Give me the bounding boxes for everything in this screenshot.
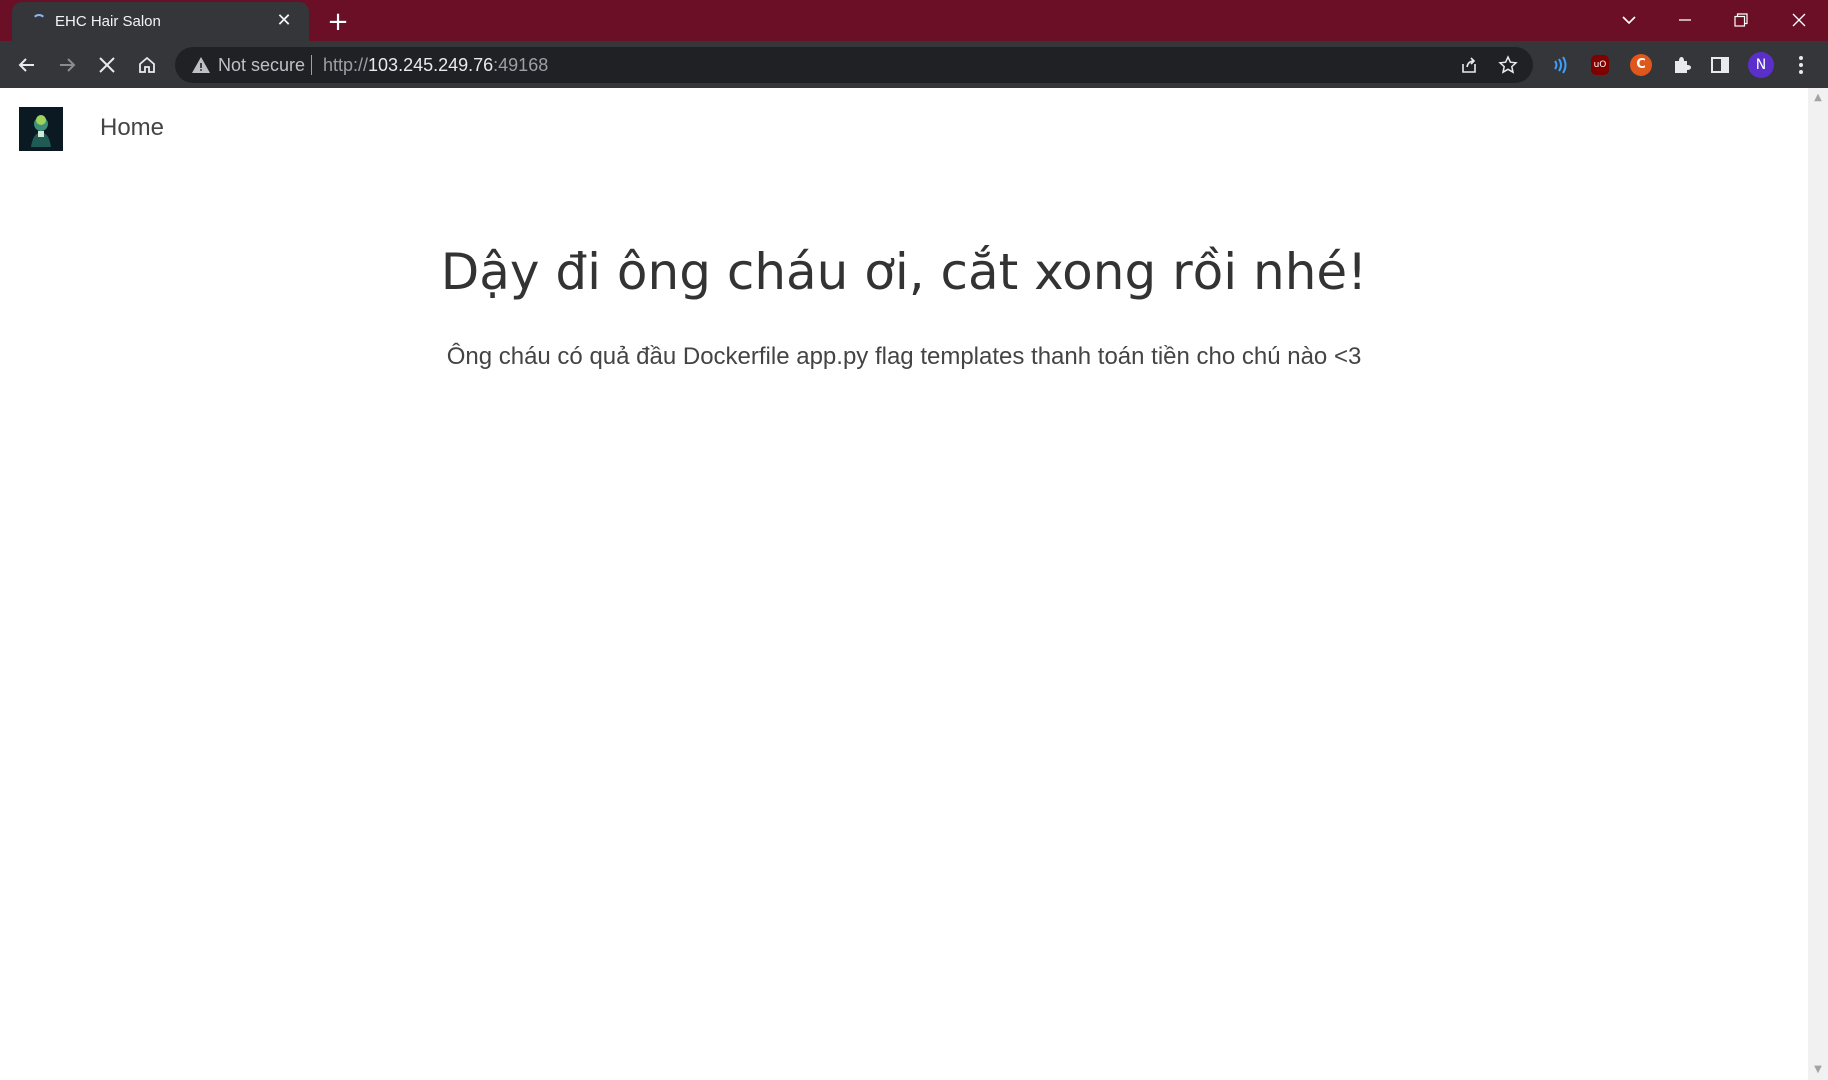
url-scheme: http:// (323, 55, 369, 75)
arrow-right-icon (60, 58, 76, 72)
tab-title: EHC Hair Salon (55, 13, 161, 30)
side-panel-icon (1711, 57, 1729, 73)
browser-tab[interactable]: EHC Hair Salon ✕ (12, 2, 309, 41)
page-title: Dậy đi ông cháu ơi, cắt xong rồi nhé! (440, 243, 1368, 301)
scroll-down-arrow-icon[interactable]: ▼ (1808, 1062, 1828, 1078)
tab-search-button[interactable] (1601, 0, 1657, 38)
close-icon (99, 57, 115, 73)
site-logo[interactable] (19, 107, 63, 151)
restore-icon (1734, 12, 1748, 27)
loading-spinner-icon (32, 14, 46, 28)
page-viewport: Home Dậy đi ông cháu ơi, cắt xong rồi nh… (0, 88, 1808, 1080)
address-bar[interactable]: Not secure http://103.245.249.76:49168 (175, 47, 1533, 83)
side-panel-button[interactable] (1708, 53, 1732, 77)
scroll-up-arrow-icon[interactable]: ▲ (1808, 90, 1828, 106)
page-subtitle: Ông cháu có quả đầu Dockerfile app.py fl… (446, 343, 1362, 370)
home-icon (139, 56, 155, 73)
new-tab-button[interactable]: + (324, 8, 352, 36)
ublock-extension-button[interactable]: uO (1591, 55, 1609, 75)
forward-button[interactable] (52, 50, 82, 80)
security-label[interactable]: Not secure (218, 55, 305, 76)
puzzle-icon (1675, 57, 1691, 73)
minimize-icon (1679, 18, 1691, 21)
more-vertical-icon (1799, 56, 1803, 74)
url-host: 103.245.249.76 (368, 55, 494, 75)
star-icon (1498, 55, 1518, 74)
share-button[interactable] (1457, 53, 1481, 77)
url-port: :49168 (493, 55, 549, 75)
stop-loading-button[interactable] (92, 50, 122, 80)
restore-button[interactable] (1713, 0, 1769, 38)
extension-wave-button[interactable] (1548, 53, 1572, 77)
minimize-button[interactable] (1657, 0, 1713, 38)
chevron-down-icon (1622, 15, 1636, 24)
browser-titlebar: EHC Hair Salon ✕ + (0, 0, 1828, 41)
arrow-left-icon (18, 58, 34, 72)
nav-home-link[interactable]: Home (100, 114, 164, 142)
tab-close-button[interactable]: ✕ (273, 10, 295, 32)
url-text[interactable]: http://103.245.249.76:49168 (323, 55, 548, 76)
warning-icon[interactable] (191, 55, 211, 75)
home-button[interactable] (132, 50, 162, 80)
extensions-button[interactable] (1669, 53, 1693, 77)
close-window-button[interactable] (1771, 0, 1827, 38)
vertical-scrollbar[interactable]: ▲ ▼ (1808, 88, 1828, 1080)
menu-button[interactable] (1789, 53, 1813, 77)
browser-toolbar: Not secure http://103.245.249.76:49168 u… (0, 41, 1828, 88)
share-icon (1462, 57, 1476, 73)
bookmark-button[interactable] (1496, 53, 1520, 77)
close-icon (1792, 13, 1806, 26)
back-button[interactable] (12, 50, 42, 80)
site-navbar: Home (0, 88, 1808, 158)
profile-avatar[interactable]: N (1748, 52, 1774, 78)
c-extension-button[interactable]: C (1630, 54, 1652, 76)
omnibox-separator (311, 55, 312, 75)
logo-image-icon (19, 107, 63, 151)
wave-icon (1554, 56, 1567, 74)
